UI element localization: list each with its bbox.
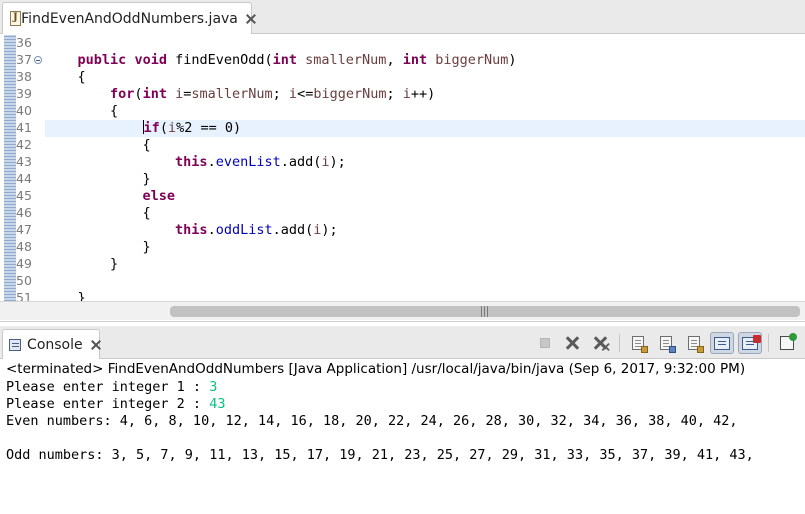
terminate-button[interactable]: [533, 332, 557, 354]
remove-launch-icon: [566, 336, 580, 350]
console-output[interactable]: Please enter integer 1 : 3 Please enter …: [6, 379, 805, 464]
line-number: 44: [16, 171, 32, 186]
code-line[interactable]: public void findEvenOdd(int smallerNum, …: [45, 52, 805, 69]
line-number: 48: [16, 239, 32, 254]
terminate-icon: [540, 338, 550, 348]
line-number: 42: [16, 137, 32, 152]
show-console-on-stdout-icon: [714, 336, 730, 350]
console-view: Console <terminated> FindEvenAndOddNumbe…: [0, 326, 805, 514]
scroll-lock-icon: [660, 336, 676, 353]
overview-ruler[interactable]: [4, 35, 16, 301]
horizontal-scrollbar[interactable]: [0, 301, 805, 320]
line-number: 43: [16, 154, 32, 169]
console-line: Please enter integer 2 : 43: [6, 396, 226, 412]
code-line[interactable]: this.oddList.add(i);: [45, 222, 805, 239]
code-line[interactable]: {: [45, 205, 805, 222]
line-number: 38: [16, 69, 32, 84]
line-number: 46: [16, 205, 32, 220]
code-line[interactable]: {: [45, 69, 805, 86]
code-line[interactable]: }: [45, 171, 805, 188]
show-console-on-stderr-icon: [742, 334, 761, 350]
fold-collapse-icon[interactable]: [34, 56, 42, 64]
line-number: 39: [16, 86, 32, 101]
pin-console-button[interactable]: [775, 332, 799, 354]
editor-tab-bar: J FindEvenAndOddNumbers.java: [0, 0, 805, 34]
toolbar-separator: [768, 334, 769, 352]
line-number: 37: [16, 52, 42, 69]
line-number-gutter: 36 37 38 39 40 41 42 43 44 45 46 47 48 4…: [16, 35, 42, 301]
console-input-value: 43: [209, 396, 226, 412]
scroll-lock-button[interactable]: [654, 332, 678, 354]
java-file-icon: J: [9, 10, 21, 27]
code-line[interactable]: {: [45, 103, 805, 120]
console-input-value: 3: [209, 379, 218, 395]
editor-tab[interactable]: J FindEvenAndOddNumbers.java: [2, 2, 252, 34]
line-number: 40: [16, 103, 32, 118]
code-line[interactable]: [45, 35, 805, 52]
code-text[interactable]: public void findEvenOdd(int smallerNum, …: [45, 35, 805, 301]
clear-console-icon: [632, 336, 648, 353]
close-tab-icon[interactable]: [246, 14, 251, 24]
line-number: 45: [16, 188, 32, 203]
close-tab-icon[interactable]: [91, 340, 99, 350]
remove-launch-button[interactable]: [561, 332, 585, 354]
java-editor: J FindEvenAndOddNumbers.java 36 37 38 39…: [0, 0, 805, 322]
code-line[interactable]: this.evenList.add(i);: [45, 154, 805, 171]
console-tab-title: Console: [27, 336, 83, 353]
console-icon: [9, 338, 22, 351]
console-line: Even numbers: 4, 6, 8, 10, 12, 14, 16, 1…: [6, 413, 738, 429]
code-area[interactable]: 36 37 38 39 40 41 42 43 44 45 46 47 48 4…: [0, 35, 805, 301]
code-line[interactable]: for(int i=smallerNum; i<=biggerNum; i++): [45, 86, 805, 103]
clear-console-button[interactable]: [626, 332, 650, 354]
code-line[interactable]: }: [45, 256, 805, 273]
console-line: Odd numbers: 3, 5, 7, 9, 11, 13, 15, 17,…: [6, 447, 754, 463]
line-number: 36: [16, 35, 32, 50]
console-launch-header: <terminated> FindEvenAndOddNumbers [Java…: [6, 361, 746, 377]
show-console-on-stderr-button[interactable]: [738, 332, 762, 354]
line-number: 47: [16, 222, 32, 237]
toolbar-separator: [619, 334, 620, 352]
word-wrap-icon: [688, 336, 704, 353]
remove-all-terminated-button[interactable]: [589, 332, 613, 354]
editor-tab-title: FindEvenAndOddNumbers.java: [21, 10, 238, 27]
word-wrap-button[interactable]: [682, 332, 706, 354]
pin-console-icon: [780, 333, 797, 350]
console-tab[interactable]: Console: [2, 329, 100, 359]
code-line[interactable]: {: [45, 137, 805, 154]
code-line[interactable]: else: [45, 188, 805, 205]
line-number: 50: [16, 273, 32, 288]
code-line[interactable]: }: [45, 239, 805, 256]
console-line: Please enter integer 1 : 3: [6, 379, 218, 395]
line-number: 49: [16, 256, 32, 271]
console-toolbar: [529, 331, 799, 355]
show-console-on-stdout-button[interactable]: [710, 332, 734, 354]
console-tab-bar: Console: [0, 326, 805, 359]
code-line-current[interactable]: if(i%2 == 0): [45, 120, 805, 137]
line-number: 51: [16, 290, 32, 301]
scrollbar-grip-icon: [481, 306, 489, 317]
code-line[interactable]: [45, 273, 805, 290]
code-line[interactable]: }: [45, 290, 805, 301]
line-number: 41: [16, 120, 32, 135]
